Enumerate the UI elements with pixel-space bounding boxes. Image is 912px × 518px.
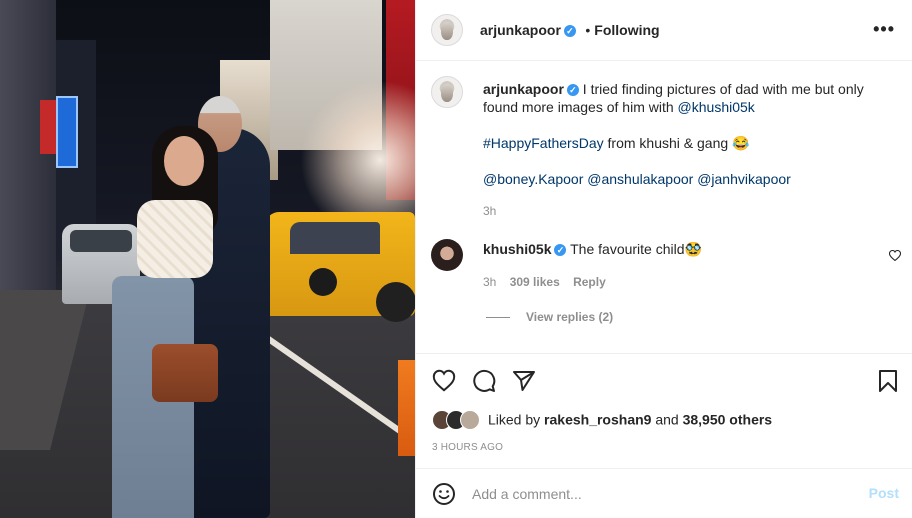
heart-icon[interactable]: [432, 369, 456, 393]
comment-time[interactable]: 3h: [483, 275, 496, 289]
caption-avatar[interactable]: [431, 76, 463, 108]
paper-plane-icon[interactable]: [512, 369, 536, 393]
liked-middle: and: [651, 411, 683, 428]
post-button[interactable]: Post: [869, 485, 899, 501]
liker-avatar: [460, 410, 480, 430]
post-panel: arjunkapoor ✓ • Following ••• arjunkapoor ✓…: [415, 0, 912, 518]
caption-text: arjunkapoor ✓ I tried finding pictures of…: [483, 80, 883, 220]
comment-like-heart-icon[interactable]: [889, 250, 901, 261]
taxi-logo: [309, 268, 337, 296]
post-header: arjunkapoor ✓ • Following •••: [416, 0, 912, 61]
verified-badge-icon: ✓: [554, 244, 567, 257]
woman-face: [164, 136, 204, 186]
white-car-window: [70, 230, 132, 252]
hashtag-fathersday[interactable]: #HappyFathersDay: [483, 135, 604, 151]
comment-reply-button[interactable]: Reply: [573, 275, 606, 289]
more-options-icon[interactable]: •••: [873, 19, 895, 40]
author-info: arjunkapoor ✓ • Following: [480, 22, 660, 40]
liked-user[interactable]: rakesh_roshan9: [544, 412, 651, 428]
author-username[interactable]: arjunkapoor: [480, 22, 561, 38]
bookmark-icon[interactable]: [878, 369, 898, 393]
mention-janhvi[interactable]: @janhvikapoor: [697, 171, 791, 187]
liked-prefix: Liked by: [488, 411, 545, 428]
view-replies-button[interactable]: View replies (2): [486, 310, 613, 324]
comment-text: The favourite child🥸: [570, 241, 702, 257]
verified-badge-icon: ✓: [566, 84, 579, 97]
add-comment-bar: Post: [416, 468, 912, 518]
mention-boney[interactable]: @boney.Kapoor: [483, 171, 583, 187]
caption-time[interactable]: 3h: [483, 204, 496, 218]
comment-icon[interactable]: [472, 369, 496, 393]
comments-section: arjunkapoor ✓ I tried finding pictures of…: [416, 61, 912, 353]
red-sign: [40, 100, 56, 154]
caption-line2: from khushi & gang 😂: [603, 135, 750, 151]
commenter-avatar[interactable]: [431, 239, 463, 271]
comment-meta: 3h 309 likes Reply: [483, 275, 606, 289]
mention-khushi[interactable]: @khushi05k: [678, 99, 755, 115]
post-actions: Liked by rakesh_roshan9 and 38,950 other…: [416, 353, 912, 468]
woman-top: [137, 200, 213, 278]
caption-username[interactable]: arjunkapoor: [483, 81, 564, 97]
separator-dot: •: [585, 22, 591, 38]
view-replies-label: View replies (2): [526, 310, 614, 324]
post-photo[interactable]: [0, 0, 415, 518]
smiley-icon[interactable]: [432, 482, 456, 506]
liked-others[interactable]: 38,950 others: [683, 412, 773, 428]
taxi-window: [290, 222, 380, 254]
comment-likes[interactable]: 309 likes: [510, 275, 560, 289]
liked-avatars[interactable]: [432, 410, 486, 432]
following-button[interactable]: Following: [594, 22, 659, 38]
mention-anshula[interactable]: @anshulakapoor: [587, 171, 693, 187]
commenter-username[interactable]: khushi05k: [483, 241, 551, 257]
traffic-cone: [398, 360, 415, 456]
post-time-ago[interactable]: 3 HOURS AGO: [432, 442, 503, 453]
brown-handbag: [152, 344, 218, 402]
liked-by-line: Liked by rakesh_roshan9 and 38,950 other…: [432, 410, 772, 432]
replies-line: [486, 317, 510, 319]
blue-neon-sign: [56, 96, 78, 168]
comment-body: khushi05k ✓ The favourite child🥸: [483, 240, 863, 258]
author-avatar[interactable]: [431, 14, 463, 46]
comment-input[interactable]: [472, 484, 842, 504]
taxi-wheel: [376, 282, 415, 322]
verified-badge-icon: ✓: [563, 24, 576, 37]
